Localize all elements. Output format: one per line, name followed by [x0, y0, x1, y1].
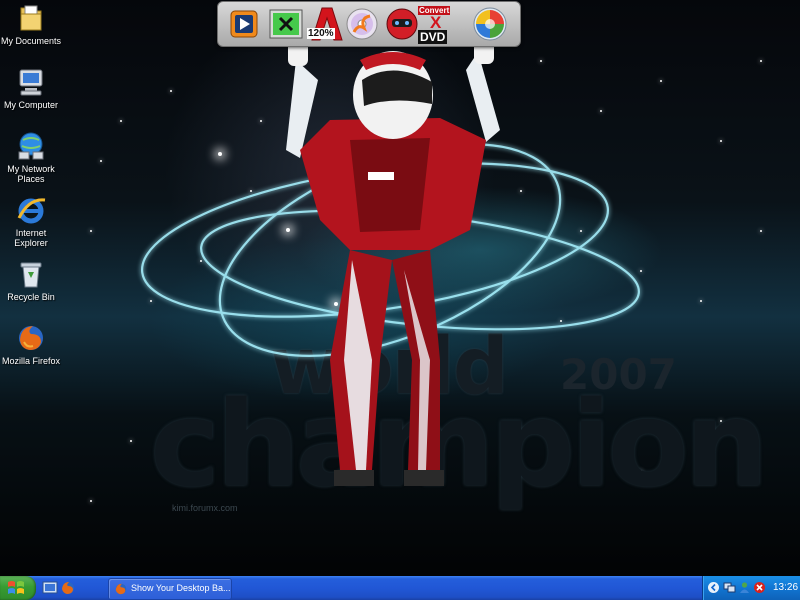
- firefox-icon: [115, 583, 127, 595]
- launcher-toolbar: 120% Convert X DVD: [217, 1, 521, 47]
- internet-explorer-icon: [17, 198, 46, 224]
- desktop-icon-mozilla-firefox[interactable]: Mozilla Firefox: [0, 322, 62, 366]
- folder-documents-icon: [20, 5, 42, 31]
- chevron-left-icon[interactable]: [707, 581, 720, 594]
- desktop-icon-my-documents[interactable]: My Documents: [0, 2, 62, 46]
- desktop-icon-my-network-places[interactable]: My Network Places: [0, 130, 62, 184]
- computer-icon: [19, 69, 43, 96]
- taskbar-button-label: Show Your Desktop Ba...: [131, 583, 231, 593]
- desktop-icon-my-computer[interactable]: My Computer: [0, 66, 62, 110]
- racing-driver-figure: [286, 38, 500, 486]
- windows-flag-icon: [8, 581, 24, 594]
- zoom-level-label: 120%: [307, 28, 335, 39]
- firefox-icon: [19, 326, 43, 350]
- desktop-icon-label: My Documents: [0, 36, 62, 46]
- security-alert-tray-icon[interactable]: [753, 581, 766, 594]
- taskbar-button-firefox-window[interactable]: Show Your Desktop Ba...: [108, 578, 232, 600]
- xbox-app-icon[interactable]: [268, 6, 304, 42]
- desktop-icon-internet-explorer[interactable]: Internet Explorer: [0, 194, 62, 248]
- cd-burner-icon[interactable]: [344, 6, 380, 42]
- tray-clock[interactable]: 13:26: [773, 582, 798, 593]
- desktop-wallpaper: world 2007 champion kimi.forumx.com: [0, 0, 800, 576]
- network-icon: [18, 132, 44, 160]
- recycle-bin-icon: [20, 262, 42, 288]
- taskbar: Show Your Desktop Ba... 13:26: [0, 576, 800, 600]
- messenger-tray-icon[interactable]: [738, 581, 751, 594]
- desktop-icon-label: My Computer: [3, 100, 58, 110]
- show-desktop-icon[interactable]: [42, 580, 58, 596]
- media-player-icon[interactable]: [226, 6, 262, 42]
- convert-dvd-icon[interactable]: Convert X DVD: [416, 6, 456, 44]
- windows-orb-icon[interactable]: [472, 6, 508, 42]
- dvd-label: DVD: [418, 30, 448, 44]
- zoom-tool-icon[interactable]: 120%: [306, 6, 344, 42]
- desktop-icon-label: My Network Places: [7, 164, 55, 184]
- firefox-quicklaunch-icon[interactable]: [60, 580, 76, 596]
- start-button[interactable]: [0, 576, 36, 600]
- system-tray: 13:26: [702, 576, 800, 600]
- network-tray-icon[interactable]: [723, 581, 736, 594]
- racing-helmet-icon[interactable]: [384, 6, 420, 42]
- desktop-icon-recycle-bin[interactable]: Recycle Bin: [0, 258, 62, 302]
- desktop-icon-label: Mozilla Firefox: [1, 356, 60, 366]
- desktop-icon-label: Recycle Bin: [7, 292, 55, 302]
- desktop-icon-label: Internet Explorer: [14, 228, 48, 248]
